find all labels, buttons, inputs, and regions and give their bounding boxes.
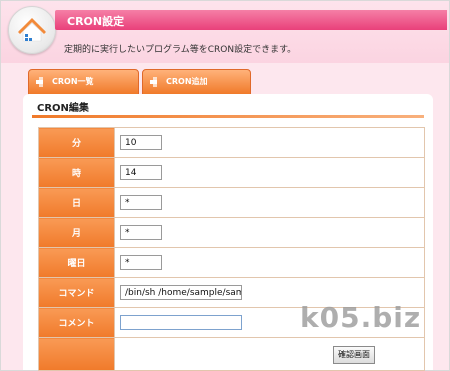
tab-label: CRON追加 — [166, 77, 208, 86]
tab-plus-icon — [36, 77, 43, 87]
command-input[interactable]: /bin/sh /home/sample/samp — [120, 285, 242, 300]
hour-input[interactable]: 14 — [120, 165, 162, 180]
tab-cron-add[interactable]: CRON追加 — [142, 69, 251, 95]
weekday-input[interactable]: * — [120, 255, 162, 270]
confirm-button[interactable]: 確認画面 — [333, 346, 375, 364]
tab-plus-icon — [150, 77, 157, 87]
header: CRON設定 定期的に実行したいプログラム等をCRON設定できます。 — [1, 1, 449, 63]
form-row-weekday: 曜日 * — [38, 247, 425, 278]
hour-label: 時 — [38, 157, 115, 188]
command-label: コマンド — [38, 277, 115, 308]
month-label: 月 — [38, 217, 115, 248]
house-logo-icon — [8, 6, 56, 54]
tab-cron-list[interactable]: CRON一覧 — [28, 69, 139, 95]
actions-label-cell — [38, 337, 115, 371]
form-row-day: 日 * — [38, 187, 425, 218]
minute-input[interactable]: 10 — [120, 135, 162, 150]
title-bar: CRON設定 — [55, 10, 447, 30]
month-input[interactable]: * — [120, 225, 162, 240]
weekday-label: 曜日 — [38, 247, 115, 278]
window-frame: CRON設定 定期的に実行したいプログラム等をCRON設定できます。 CRON一… — [0, 0, 450, 371]
comment-input[interactable] — [120, 315, 242, 330]
section-divider — [32, 115, 424, 118]
section-title: CRON編集 — [37, 103, 89, 114]
form-row-actions: 確認画面 — [38, 337, 425, 371]
form-row-month: 月 * — [38, 217, 425, 248]
day-label: 日 — [38, 187, 115, 218]
tab-label: CRON一覧 — [52, 77, 94, 86]
day-input[interactable]: * — [120, 195, 162, 210]
watermark: k05.biz — [300, 301, 422, 334]
form-row-minute: 分 10 — [38, 127, 425, 158]
minute-label: 分 — [38, 127, 115, 158]
page-description: 定期的に実行したいプログラム等をCRON設定できます。 — [64, 45, 297, 55]
comment-label: コメント — [38, 307, 115, 338]
cron-edit-form: 分 10 時 14 日 * 月 * 曜日 * コマンド /bin/sh /hom… — [38, 127, 425, 371]
form-row-hour: 時 14 — [38, 157, 425, 188]
page-title: CRON設定 — [67, 15, 125, 28]
